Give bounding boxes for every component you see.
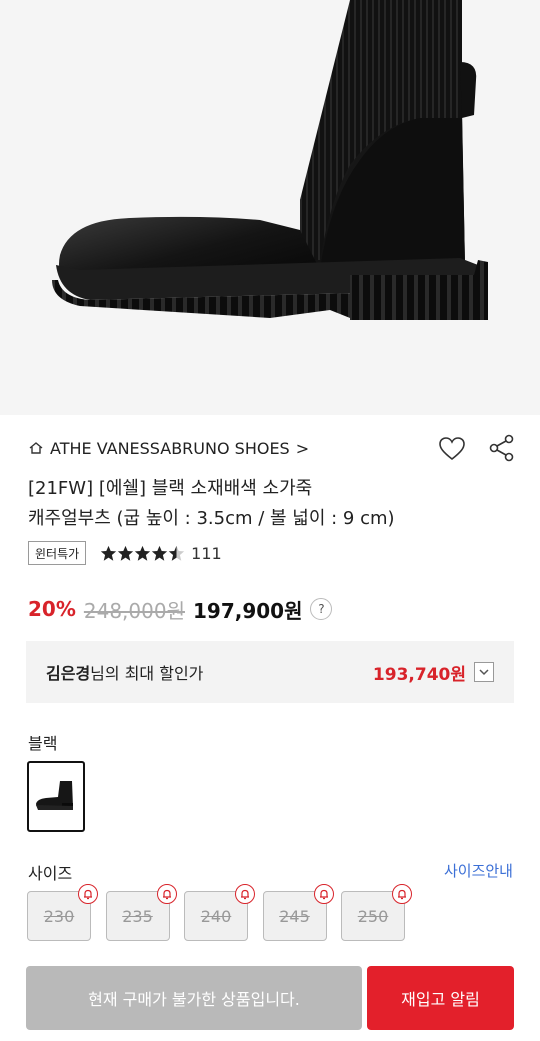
product-title-line2: 캐주얼부츠 (굽 높이 : 3.5cm / 볼 넓이 : 9 cm) xyxy=(28,508,395,529)
size-value: 235 xyxy=(122,906,153,926)
rating-stars[interactable] xyxy=(100,545,185,562)
review-count[interactable]: 111 xyxy=(191,544,222,563)
unavailable-button[interactable]: 현재 구매가 불가한 상품입니다. xyxy=(26,966,362,1030)
product-title-line1: [21FW] [에쉘] 블랙 소재배색 소가죽 xyxy=(28,478,313,499)
star-icon xyxy=(152,545,168,561)
size-option[interactable]: 240 xyxy=(184,884,255,941)
size-options: 230 235 240 245 250 xyxy=(27,884,420,941)
bell-icon[interactable] xyxy=(78,884,98,904)
max-discount-suffix: 님의 최대 할인가 xyxy=(90,664,204,683)
discount-percent: 20% xyxy=(28,597,76,621)
brand-link[interactable]: ATHE VANESSABRUNO SHOES > xyxy=(28,436,309,460)
bell-icon[interactable] xyxy=(392,884,412,904)
size-value: 230 xyxy=(43,906,75,926)
heart-icon[interactable] xyxy=(437,434,467,464)
price-row: 20% 248,000원 197,900원 ? xyxy=(28,594,333,624)
bell-icon[interactable] xyxy=(313,884,334,904)
home-icon xyxy=(29,442,43,454)
size-value: 250 xyxy=(357,906,389,926)
max-discount-label: 김은경님의 최대 할인가 xyxy=(46,660,203,684)
size-value: 245 xyxy=(279,906,310,926)
size-value: 240 xyxy=(200,906,232,926)
max-discount-box[interactable]: 김은경님의 최대 할인가 193,740원 xyxy=(26,641,514,703)
user-name: 김은경 xyxy=(46,664,91,683)
bell-icon[interactable] xyxy=(156,884,177,904)
color-swatch-black[interactable] xyxy=(27,761,85,832)
bell-icon[interactable] xyxy=(235,884,255,904)
product-title: [21FW] [에쉘] 블랙 소재배색 소가죽 캐주얼부츠 (굽 높이 : 3.… xyxy=(28,474,508,534)
star-icon xyxy=(135,545,151,561)
restock-notify-button[interactable]: 재입고 알림 xyxy=(367,966,514,1030)
sale-price: 197,900원 xyxy=(192,598,303,623)
size-option[interactable]: 235 xyxy=(105,884,177,941)
color-label: 블랙 xyxy=(28,734,58,753)
size-option[interactable]: 245 xyxy=(262,884,334,941)
share-icon[interactable] xyxy=(487,433,517,463)
size-guide-link[interactable]: 사이즈안내 xyxy=(444,860,513,881)
star-half-icon xyxy=(169,545,185,561)
original-price: 248,000원 xyxy=(83,598,185,623)
badge-rating-row: 윈터특가 111 xyxy=(28,540,222,566)
brand-name: ATHE VANESSABRUNO SHOES xyxy=(50,438,290,458)
chevron-right-icon: > xyxy=(295,438,310,458)
star-icon xyxy=(101,545,117,561)
size-option[interactable]: 250 xyxy=(341,884,412,941)
price-help-icon[interactable]: ? xyxy=(310,598,333,620)
size-label: 사이즈 xyxy=(28,864,73,883)
boot-thumbnail xyxy=(36,780,73,810)
star-icon xyxy=(118,545,134,561)
chevron-down-icon[interactable] xyxy=(474,662,494,682)
max-discount-amount: 193,740원 xyxy=(372,664,466,685)
promo-badge: 윈터특가 xyxy=(28,541,87,565)
product-image[interactable] xyxy=(0,0,540,415)
size-option[interactable]: 230 xyxy=(27,884,98,941)
